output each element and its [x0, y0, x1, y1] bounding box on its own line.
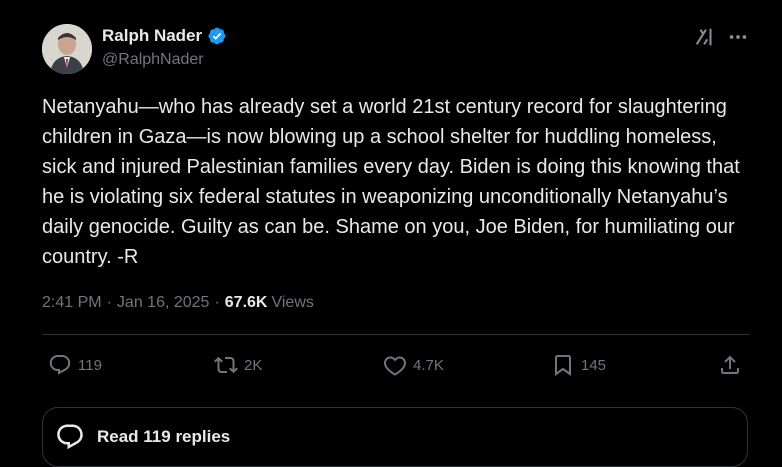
reply-icon — [57, 424, 83, 450]
views-label: Views — [271, 294, 314, 311]
like-count: 4.7K — [413, 356, 444, 374]
avatar[interactable] — [42, 24, 92, 74]
reply-icon — [49, 355, 71, 375]
read-replies-label: Read 119 replies — [97, 427, 231, 446]
bookmark-icon — [555, 355, 571, 376]
bookmark-count: 145 — [581, 356, 607, 374]
tweet-date[interactable]: Jan 16, 2025 — [117, 294, 210, 312]
grok-icon[interactable] — [694, 26, 716, 48]
share-icon — [721, 355, 739, 374]
meta-separator: · — [106, 294, 112, 311]
author-handle[interactable]: @RalphNader — [102, 51, 204, 69]
tweet-meta: 2:41 PM · Jan 16, 2025 · 67.6K Views — [42, 294, 314, 312]
tweet-time[interactable]: 2:41 PM — [42, 294, 102, 312]
action-bar: 119 2K 4.7K 145 — [42, 353, 750, 383]
more-icon[interactable] — [727, 26, 749, 48]
tweet-text: Netanyahu—who has already set a world 21… — [42, 96, 740, 268]
heart-icon — [384, 356, 406, 376]
read-replies-content: Read 119 replies — [55, 422, 230, 452]
bookmark-button[interactable]: 145 — [551, 353, 606, 377]
share-button[interactable] — [718, 353, 742, 377]
verified-badge-icon — [208, 27, 226, 45]
divider — [42, 334, 750, 335]
meta-separator: · — [214, 294, 220, 311]
read-replies-button[interactable]: Read 119 replies — [42, 407, 748, 467]
reply-button[interactable]: 119 — [48, 353, 102, 377]
author-name-row: Ralph Nader — [102, 26, 227, 46]
author-name[interactable]: Ralph Nader — [102, 26, 202, 46]
repost-count: 2K — [244, 356, 263, 374]
views-count[interactable]: 67.6K — [225, 294, 268, 312]
repost-icon — [214, 356, 238, 374]
like-button[interactable]: 4.7K — [383, 353, 444, 377]
reply-count: 119 — [78, 356, 102, 374]
avatar-image — [42, 24, 92, 74]
repost-button[interactable]: 2K — [214, 353, 262, 377]
